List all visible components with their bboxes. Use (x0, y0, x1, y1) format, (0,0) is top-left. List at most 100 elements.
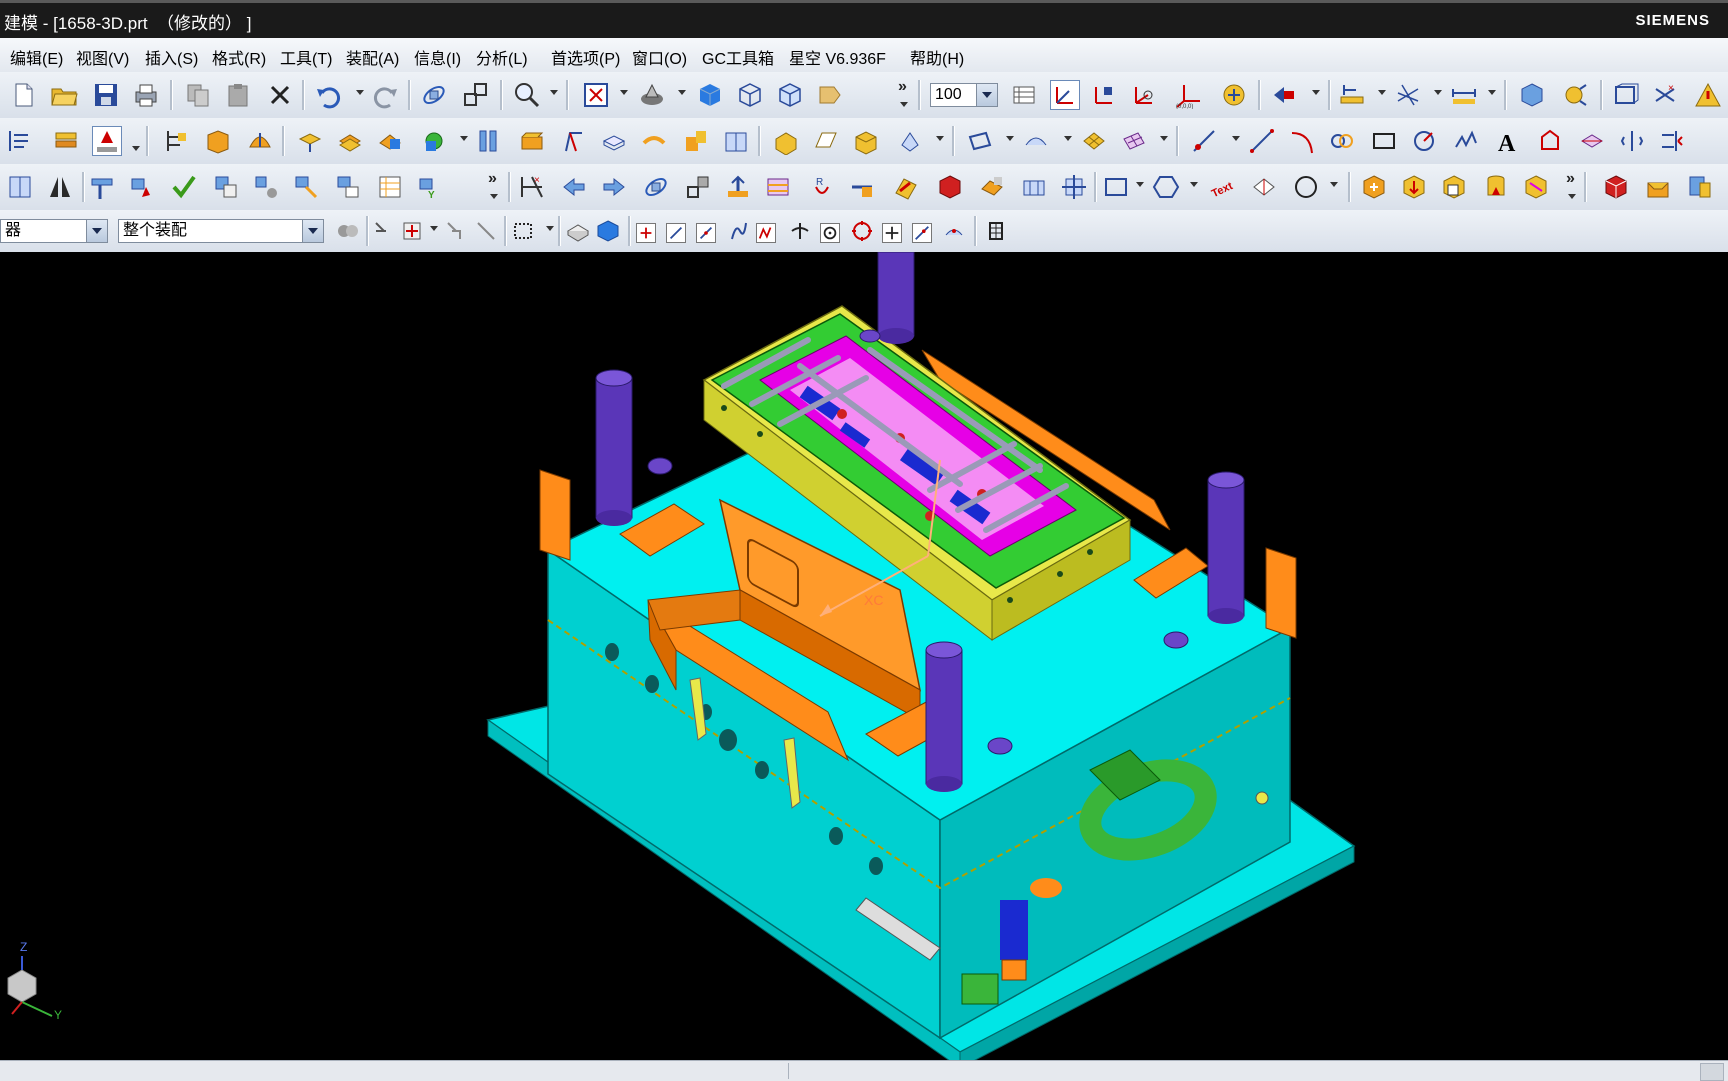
grid-surface-icon[interactable] (1120, 127, 1148, 155)
select-icon[interactable] (398, 217, 426, 245)
cylinder-icon[interactable] (336, 127, 364, 155)
paste-icon[interactable] (224, 81, 252, 109)
menu-assembly[interactable]: 装配(A) (346, 45, 399, 69)
menu-tools[interactable]: 工具(T) (280, 45, 332, 69)
midpoint-icon[interactable] (696, 223, 716, 243)
shaded-cube-icon[interactable] (696, 81, 724, 109)
view-orient-icon[interactable] (1270, 81, 1298, 109)
toolbar-overflow-icon[interactable]: » (488, 170, 497, 188)
shell-icon[interactable] (600, 127, 628, 155)
wave-icon[interactable]: Y (416, 173, 444, 201)
datum-axis-dropdown-icon[interactable] (1064, 136, 1072, 141)
settings-icon[interactable] (1562, 81, 1590, 109)
zoom-icon[interactable] (512, 81, 540, 109)
grid-surface-dropdown-icon[interactable] (1160, 136, 1168, 141)
menu-info[interactable]: 信息(I) (414, 45, 461, 69)
control-point-icon[interactable] (724, 217, 752, 245)
catalog-icon[interactable] (6, 173, 34, 201)
extrude-book-icon[interactable] (204, 127, 232, 155)
mesh-surface-icon[interactable] (1080, 127, 1108, 155)
quick-pick-icon[interactable] (442, 217, 470, 245)
rect-select-icon[interactable] (510, 217, 538, 245)
circle-tool-dropdown-icon[interactable] (1330, 182, 1338, 187)
block-icon[interactable] (296, 127, 324, 155)
bin-icon[interactable] (1644, 173, 1672, 201)
spline-icon[interactable] (1452, 127, 1480, 155)
measure-distance-icon[interactable] (1338, 81, 1366, 109)
cube-split-icon[interactable] (1522, 173, 1550, 201)
assembly-navigator-icon[interactable] (162, 127, 190, 155)
pan-icon[interactable] (462, 81, 490, 109)
groove-icon[interactable] (896, 127, 924, 155)
snap-icon[interactable] (372, 217, 400, 245)
fit-view-icon[interactable] (582, 81, 610, 109)
sphere-dropdown-icon[interactable] (460, 136, 468, 141)
rect-select-dropdown-icon[interactable] (546, 226, 554, 231)
menu-window[interactable]: 窗口(O) (632, 45, 687, 69)
intersection-icon[interactable] (756, 223, 776, 243)
point-dropdown-icon[interactable] (1232, 136, 1240, 141)
trim-curve-icon[interactable] (1658, 127, 1686, 155)
undo-dropdown-icon[interactable] (356, 90, 364, 95)
csys-icon[interactable]: (0,0,0) (1174, 81, 1202, 110)
cube-copy-icon[interactable] (1440, 173, 1468, 201)
toolbar-overflow-icon[interactable]: » (1566, 170, 1575, 188)
quick-pick-alt-icon[interactable] (472, 217, 500, 245)
toolbar-overflow-dropdown-icon[interactable] (1568, 194, 1576, 199)
text-icon[interactable]: A (1494, 127, 1522, 157)
render-style-icon[interactable] (638, 81, 666, 109)
ruler-dropdown-icon[interactable] (1488, 90, 1496, 95)
split-body-icon[interactable] (722, 127, 750, 155)
pad-icon[interactable] (772, 127, 800, 156)
wcs-dynamic-icon[interactable] (1050, 80, 1080, 110)
rectangle-select-icon[interactable] (1102, 173, 1130, 201)
redo-icon[interactable] (372, 81, 400, 109)
menu-analysis[interactable]: 分析(L) (476, 45, 528, 69)
table-icon[interactable] (982, 217, 1010, 245)
wcs-origin-icon[interactable] (1090, 81, 1118, 109)
view-orient-dropdown-icon[interactable] (1312, 90, 1320, 95)
ruler-icon[interactable] (1450, 81, 1478, 109)
rectangle-select-dropdown-icon[interactable] (1136, 182, 1144, 187)
sketch-icon[interactable] (6, 127, 34, 155)
red-box-icon[interactable] (1602, 173, 1630, 201)
transform-icon[interactable] (642, 173, 670, 201)
save-icon[interactable] (92, 81, 120, 109)
fit-dropdown-icon[interactable] (620, 90, 628, 95)
scope-filter-combo[interactable]: 整个装配 (118, 219, 324, 243)
add-component-icon[interactable] (128, 173, 156, 201)
circle-tool-icon[interactable] (1292, 173, 1320, 201)
red-cube-icon[interactable] (936, 173, 964, 201)
cone-icon[interactable] (376, 127, 404, 155)
wcs-rotate-icon[interactable] (1130, 81, 1158, 109)
point-on-face-icon[interactable] (940, 217, 968, 245)
measure-dropdown-icon[interactable] (1378, 90, 1386, 95)
snap-view-icon[interactable] (1220, 81, 1248, 109)
draft-face-icon[interactable] (724, 173, 752, 201)
sphere-icon[interactable] (420, 127, 448, 155)
menu-format[interactable]: 格式(R) (212, 45, 266, 69)
gate-icon[interactable] (848, 173, 876, 201)
point-snap-icon[interactable] (636, 223, 656, 243)
background-icon[interactable] (816, 81, 844, 109)
menu-edit[interactable]: 编辑(E) (10, 45, 63, 69)
circle-icon[interactable] (1410, 127, 1438, 155)
mold-assembly-model[interactable] (0, 252, 1728, 1060)
delete-icon[interactable] (266, 81, 294, 109)
layer-icon[interactable] (52, 127, 80, 155)
render-dropdown-icon[interactable] (678, 90, 686, 95)
draft-icon[interactable] (640, 127, 668, 155)
chamfer-icon[interactable] (560, 127, 588, 155)
hidden-line-cube-icon[interactable] (776, 81, 804, 109)
body-icon[interactable] (594, 217, 622, 245)
endpoint-icon[interactable] (666, 223, 686, 243)
wireframe-cube-icon[interactable] (736, 81, 764, 109)
menu-view[interactable]: 视图(V) (76, 45, 129, 69)
pocket-icon[interactable] (812, 127, 840, 155)
mirror-curve-icon[interactable] (1618, 127, 1646, 155)
edge-blend-icon[interactable] (518, 127, 546, 155)
chevron-down-icon[interactable] (86, 220, 107, 242)
type-filter-combo[interactable]: 器 (0, 219, 108, 243)
move-component-icon[interactable] (212, 173, 240, 201)
trim-icon[interactable]: × (1652, 81, 1680, 109)
